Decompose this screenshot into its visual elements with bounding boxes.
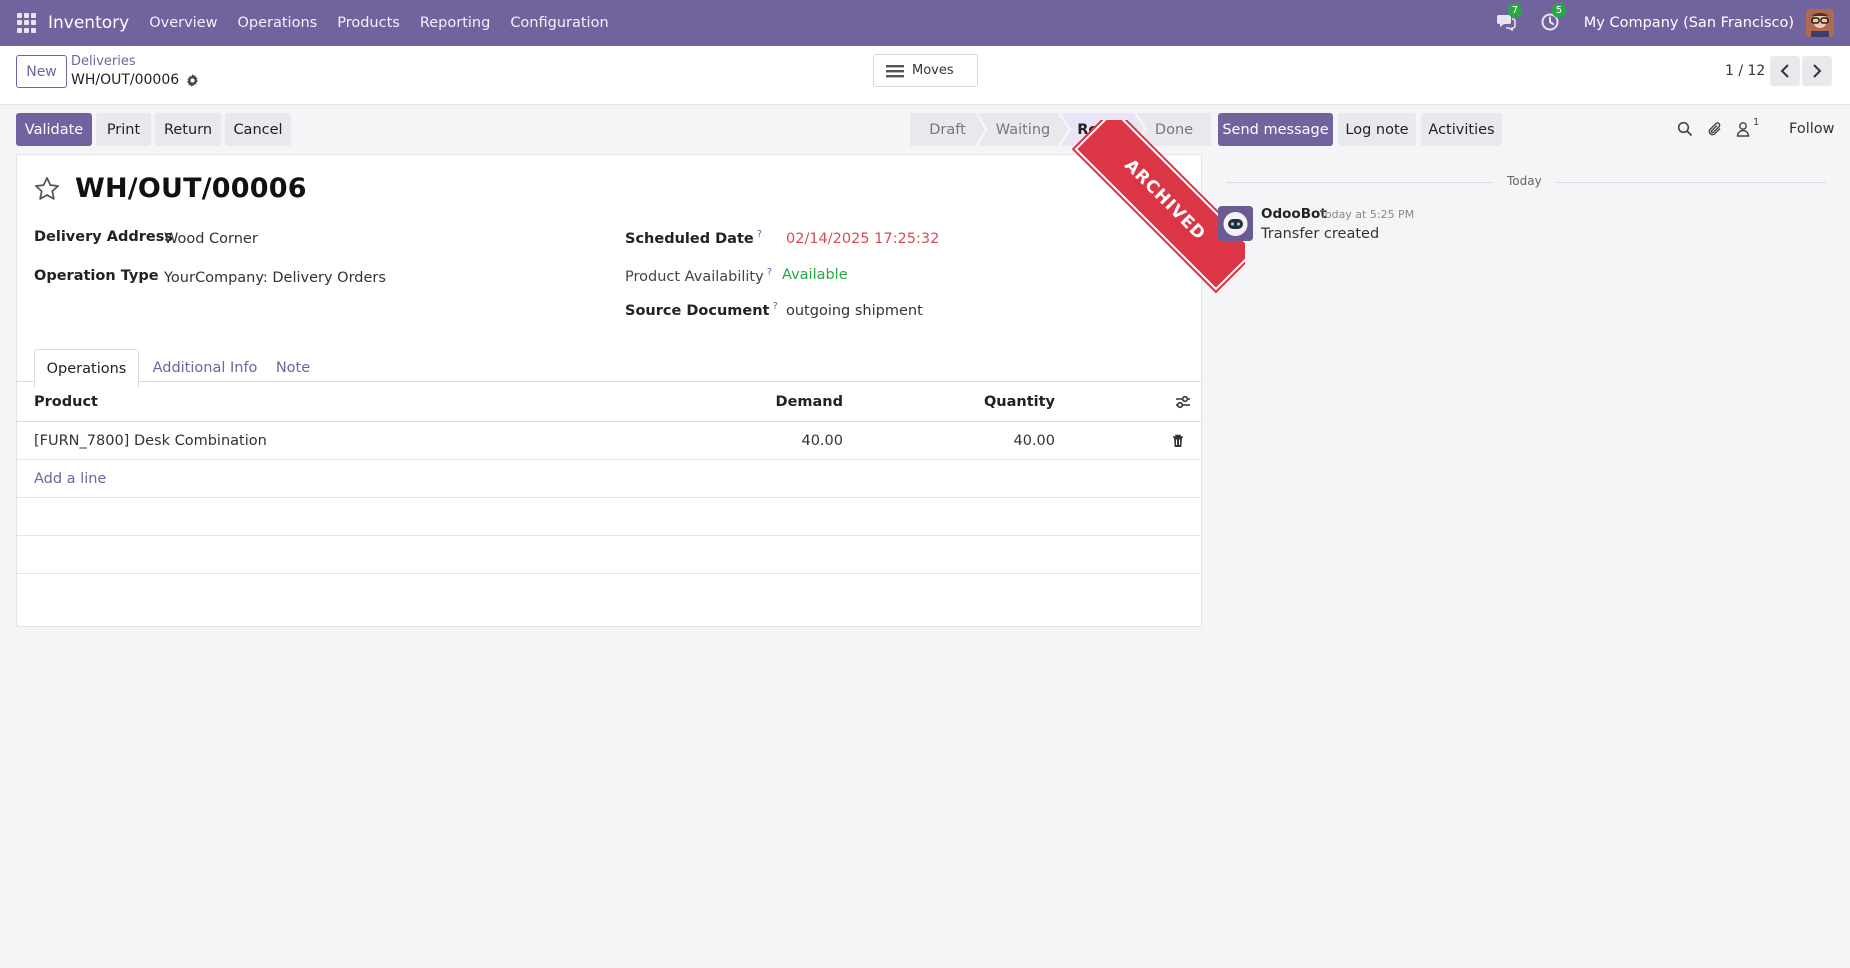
optional-columns-icon[interactable] xyxy=(1175,395,1191,413)
pager-value[interactable]: 1 / 12 xyxy=(1725,63,1765,79)
breadcrumb-deliveries[interactable]: Deliveries xyxy=(71,54,136,69)
paperclip-icon[interactable] xyxy=(1707,121,1725,139)
empty-row xyxy=(17,498,1201,536)
menu-overview[interactable]: Overview xyxy=(149,15,217,31)
column-demand[interactable]: Demand xyxy=(776,394,843,410)
date-separator: Today xyxy=(1493,174,1556,188)
trash-icon[interactable] xyxy=(1172,434,1184,452)
column-quantity[interactable]: Quantity xyxy=(984,394,1055,410)
menu-reporting[interactable]: Reporting xyxy=(420,15,491,31)
availability-field: Available xyxy=(782,267,848,283)
messaging-icon[interactable]: 7 xyxy=(1496,3,1523,34)
scheduled-date-label-text: Scheduled Date xyxy=(625,230,754,247)
form-sheet: WH/OUT/00006 Delivery Address Wood Corne… xyxy=(16,154,1202,627)
search-icon[interactable] xyxy=(1677,121,1695,139)
empty-row xyxy=(17,536,1201,574)
operation-type-label: Operation Type xyxy=(34,268,159,284)
table-row[interactable]: [FURN_7800] Desk Combination 40.00 40.00 xyxy=(17,422,1201,460)
messages-badge: 7 xyxy=(1507,3,1523,18)
availability-label-text: Product Availability xyxy=(625,268,764,285)
list-icon xyxy=(886,64,904,77)
validate-button[interactable]: Validate xyxy=(16,113,92,146)
followers-icon[interactable]: 1 xyxy=(1736,117,1766,139)
stage-draft[interactable]: Draft xyxy=(910,113,985,146)
menu-configuration[interactable]: Configuration xyxy=(510,15,608,31)
menu-products[interactable]: Products xyxy=(337,15,400,31)
print-button[interactable]: Print xyxy=(96,113,151,146)
add-line-link[interactable]: Add a line xyxy=(34,471,106,487)
app-name[interactable]: Inventory xyxy=(48,13,129,33)
apps-grid-icon[interactable] xyxy=(17,13,37,33)
followers-count: 1 xyxy=(1753,117,1760,128)
scheduled-date-label: Scheduled Date? xyxy=(625,229,762,247)
help-tooltip-icon[interactable]: ? xyxy=(757,229,762,240)
star-icon[interactable] xyxy=(33,175,61,207)
stage-ready[interactable]: Ready xyxy=(1061,113,1144,146)
availability-label: Product Availability? xyxy=(625,267,772,285)
add-line-row: Add a line xyxy=(17,460,1201,498)
stage-done[interactable]: Done xyxy=(1137,113,1211,146)
company-switcher[interactable]: My Company (San Francisco) xyxy=(1584,15,1794,31)
row-demand[interactable]: 40.00 xyxy=(801,433,843,449)
moves-label: Moves xyxy=(912,63,954,78)
menu-operations[interactable]: Operations xyxy=(237,15,317,31)
column-product[interactable]: Product xyxy=(34,394,98,410)
operation-type-field[interactable]: YourCompany: Delivery Orders xyxy=(164,270,386,286)
help-tooltip-icon[interactable]: ? xyxy=(772,301,777,312)
notebook-tabs: Operations Additional Info Note xyxy=(17,349,1201,388)
source-document-field[interactable]: outgoing shipment xyxy=(786,303,923,319)
message-body: Transfer created xyxy=(1261,226,1380,242)
status-bar: Draft Waiting Ready Done xyxy=(910,113,1211,146)
row-quantity[interactable]: 40.00 xyxy=(1013,433,1055,449)
breadcrumb-current: WH/OUT/00006 xyxy=(71,72,199,88)
source-document-label: Source Document? xyxy=(625,301,778,319)
pager-next-button[interactable] xyxy=(1802,56,1832,86)
help-tooltip-icon[interactable]: ? xyxy=(767,267,772,278)
gear-icon[interactable] xyxy=(186,73,199,87)
chevron-left-icon xyxy=(1780,64,1789,78)
control-panel: New Deliveries WH/OUT/00006 Moves 1 / 12 xyxy=(0,46,1850,105)
moves-smart-button[interactable]: Moves xyxy=(873,54,978,87)
stage-waiting[interactable]: Waiting xyxy=(978,113,1068,146)
user-avatar[interactable] xyxy=(1806,9,1834,37)
follow-button[interactable]: Follow xyxy=(1789,121,1834,137)
activities-badge: 5 xyxy=(1551,3,1567,18)
activities-button[interactable]: Activities xyxy=(1421,113,1502,146)
delivery-address-field[interactable]: Wood Corner xyxy=(164,231,258,247)
odoobot-avatar[interactable] xyxy=(1218,206,1253,241)
breadcrumb-current-label: WH/OUT/00006 xyxy=(71,72,180,88)
scheduled-date-field[interactable]: 02/14/2025 17:25:32 xyxy=(786,231,939,247)
send-message-button[interactable]: Send message xyxy=(1218,113,1333,146)
activity-clock-icon[interactable]: 5 xyxy=(1540,3,1567,34)
chevron-right-icon xyxy=(1813,64,1822,78)
cancel-button[interactable]: Cancel xyxy=(225,113,291,146)
return-button[interactable]: Return xyxy=(155,113,221,146)
operations-table-header: Product Demand Quantity xyxy=(17,382,1201,422)
message-author[interactable]: OdooBot xyxy=(1261,206,1327,222)
main-navbar: Inventory Overview Operations Products R… xyxy=(0,0,1850,46)
message-time: Today at 5:25 PM xyxy=(1320,208,1415,221)
new-button[interactable]: New xyxy=(16,55,67,88)
record-title: WH/OUT/00006 xyxy=(75,173,307,204)
row-product[interactable]: [FURN_7800] Desk Combination xyxy=(34,433,267,449)
delivery-address-label: Delivery Address xyxy=(34,229,173,245)
pager-previous-button[interactable] xyxy=(1770,56,1800,86)
source-document-label-text: Source Document xyxy=(625,302,770,319)
log-note-button[interactable]: Log note xyxy=(1338,113,1416,146)
